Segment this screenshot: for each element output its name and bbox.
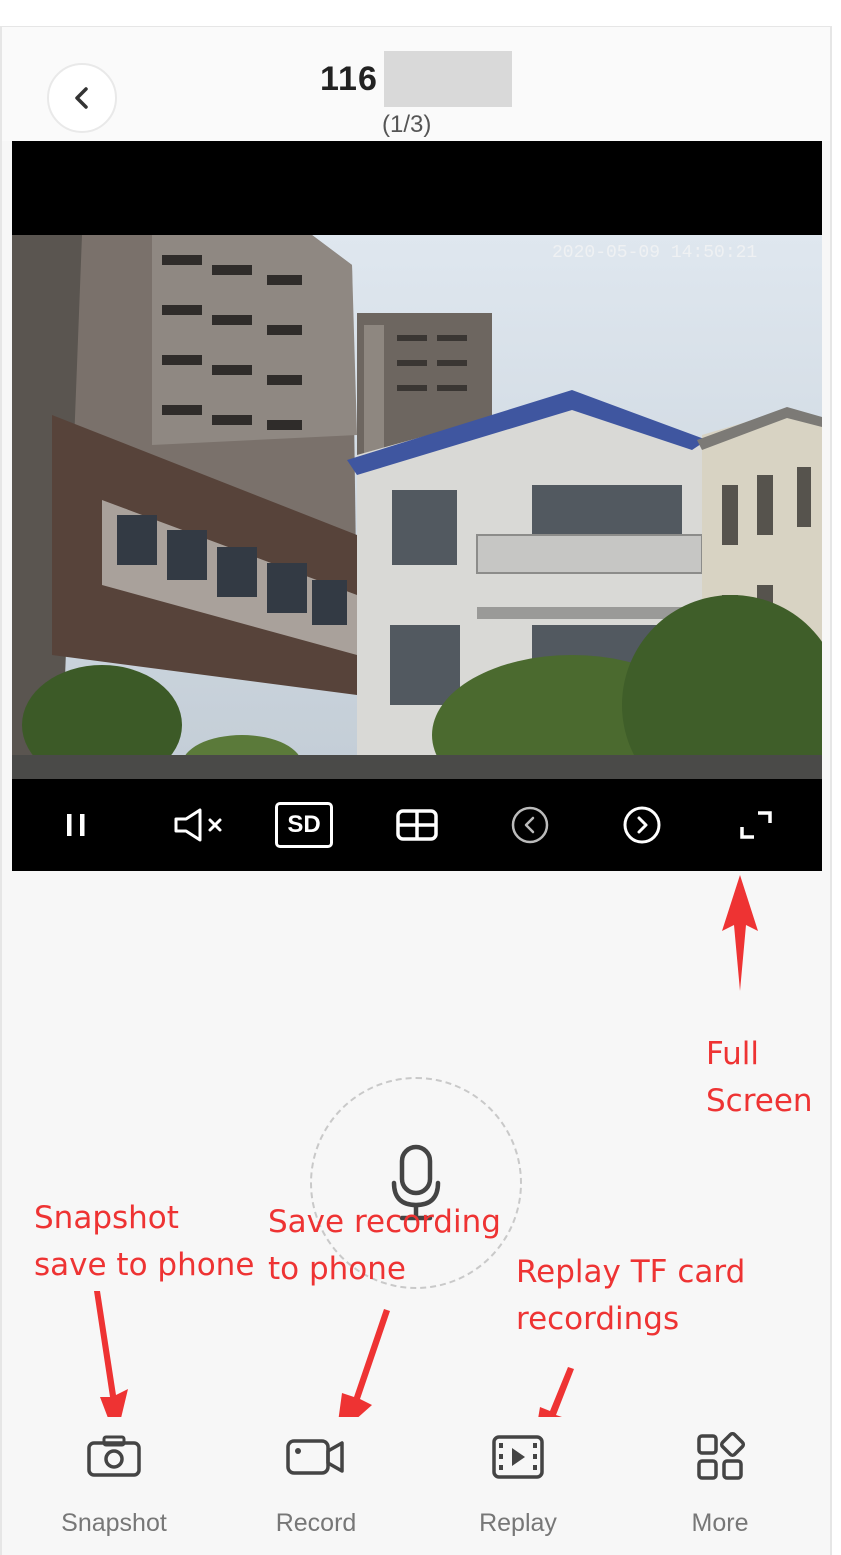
quality-button[interactable]: SD	[264, 779, 344, 871]
annotation-snapshot: Snapshot save to phone	[34, 1195, 254, 1289]
annotation-snapshot-line2: save to phone	[34, 1247, 255, 1283]
previous-channel-button[interactable]	[490, 779, 570, 871]
film-play-icon	[492, 1435, 544, 1479]
replay-button[interactable]: Replay	[438, 1417, 598, 1555]
annotation-record-line1: Save recording	[268, 1204, 501, 1240]
header: 116 (1/3)	[2, 27, 830, 141]
device-title: 116	[320, 49, 512, 109]
video-timestamp: 2020-05-09 14:50:21	[552, 243, 757, 263]
video-camera-icon	[286, 1439, 344, 1475]
annotation-record-line2: to phone	[268, 1251, 406, 1287]
split-view-button[interactable]	[377, 779, 457, 871]
camera-icon	[87, 1435, 141, 1477]
annotation-arrow-fullscreen	[722, 875, 758, 991]
annotation-fullscreen-line2: Screen	[706, 1083, 813, 1119]
channel-counter: (1/3)	[382, 111, 432, 138]
live-video[interactable]: 2020-05-09 14:50:21	[12, 235, 822, 779]
annotation-fullscreen: Full Screen	[706, 1031, 813, 1125]
snapshot-label: Snapshot	[61, 1509, 167, 1537]
fullscreen-icon	[740, 811, 772, 839]
sd-quality-icon: SD	[275, 802, 333, 848]
chevron-right-circle-icon	[623, 806, 661, 844]
record-label: Record	[275, 1509, 357, 1537]
speaker-muted-icon	[174, 808, 222, 842]
pause-button[interactable]	[36, 779, 116, 871]
snapshot-button[interactable]: Snapshot	[34, 1417, 194, 1555]
next-channel-button[interactable]	[602, 779, 682, 871]
app-screen: 116 (1/3) 2020-05-09 14:50:21 SD Full Sc…	[0, 26, 832, 1555]
annotation-record: Save recording to phone	[268, 1199, 501, 1293]
bottom-toolbar: Snapshot Record Replay More	[2, 1417, 830, 1555]
grid-more-icon	[697, 1432, 745, 1480]
annotation-replay-line1: Replay TF card	[516, 1254, 746, 1290]
annotation-snapshot-line1: Snapshot	[34, 1200, 179, 1236]
video-frame: 2020-05-09 14:50:21	[12, 235, 822, 779]
video-controls-bar: SD	[12, 779, 822, 871]
replay-label: Replay	[479, 1509, 557, 1537]
mute-button[interactable]	[162, 779, 242, 871]
pause-icon	[67, 814, 85, 836]
fullscreen-button[interactable]	[716, 779, 796, 871]
back-button[interactable]	[47, 63, 117, 133]
video-top-bar	[12, 141, 822, 235]
more-button[interactable]: More	[640, 1417, 800, 1555]
record-button[interactable]: Record	[236, 1417, 396, 1555]
more-label: More	[691, 1509, 749, 1537]
chevron-left-circle-icon	[511, 806, 549, 844]
split-view-icon	[396, 809, 438, 841]
annotation-replay: Replay TF card recordings	[516, 1249, 745, 1343]
redacted-block	[383, 51, 512, 107]
annotation-replay-line2: recordings	[516, 1301, 680, 1337]
annotation-fullscreen-line1: Full	[706, 1036, 760, 1072]
device-name: 116	[320, 59, 378, 98]
chevron-left-icon	[75, 87, 88, 109]
